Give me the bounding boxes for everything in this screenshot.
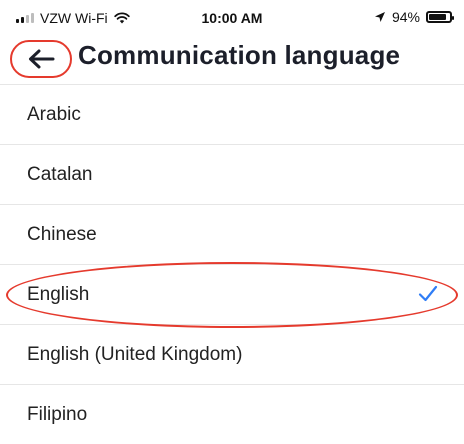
- language-row-arabic[interactable]: Arabic: [0, 84, 464, 144]
- battery-icon: [426, 11, 454, 23]
- language-row-chinese[interactable]: Chinese: [0, 204, 464, 264]
- back-button[interactable]: [10, 40, 72, 78]
- location-arrow-icon: [374, 12, 385, 22]
- battery-fill: [429, 14, 446, 20]
- page-title: Communication language: [78, 40, 401, 70]
- language-label: English (United Kingdom): [27, 343, 243, 365]
- arrow-left-icon: [29, 49, 55, 69]
- language-label: Chinese: [27, 223, 97, 245]
- language-row-filipino[interactable]: Filipino: [0, 384, 464, 444]
- battery-percent: 94%: [391, 9, 420, 25]
- page-header: Communication language: [0, 34, 464, 82]
- status-right: 94%: [374, 9, 454, 25]
- language-row-english[interactable]: English: [0, 264, 464, 324]
- language-label: Catalan: [27, 163, 93, 185]
- language-row-english-uk[interactable]: English (United Kingdom): [0, 324, 464, 384]
- status-bar: VZW Wi-Fi 10:00 AM 94%: [0, 0, 464, 36]
- language-label: English: [27, 283, 90, 305]
- language-row-catalan[interactable]: Catalan: [0, 144, 464, 204]
- language-label: Filipino: [27, 403, 88, 425]
- checkmark-icon: [418, 285, 438, 302]
- language-label: Arabic: [27, 103, 81, 125]
- language-list: Arabic Catalan Chinese English English (…: [0, 84, 464, 444]
